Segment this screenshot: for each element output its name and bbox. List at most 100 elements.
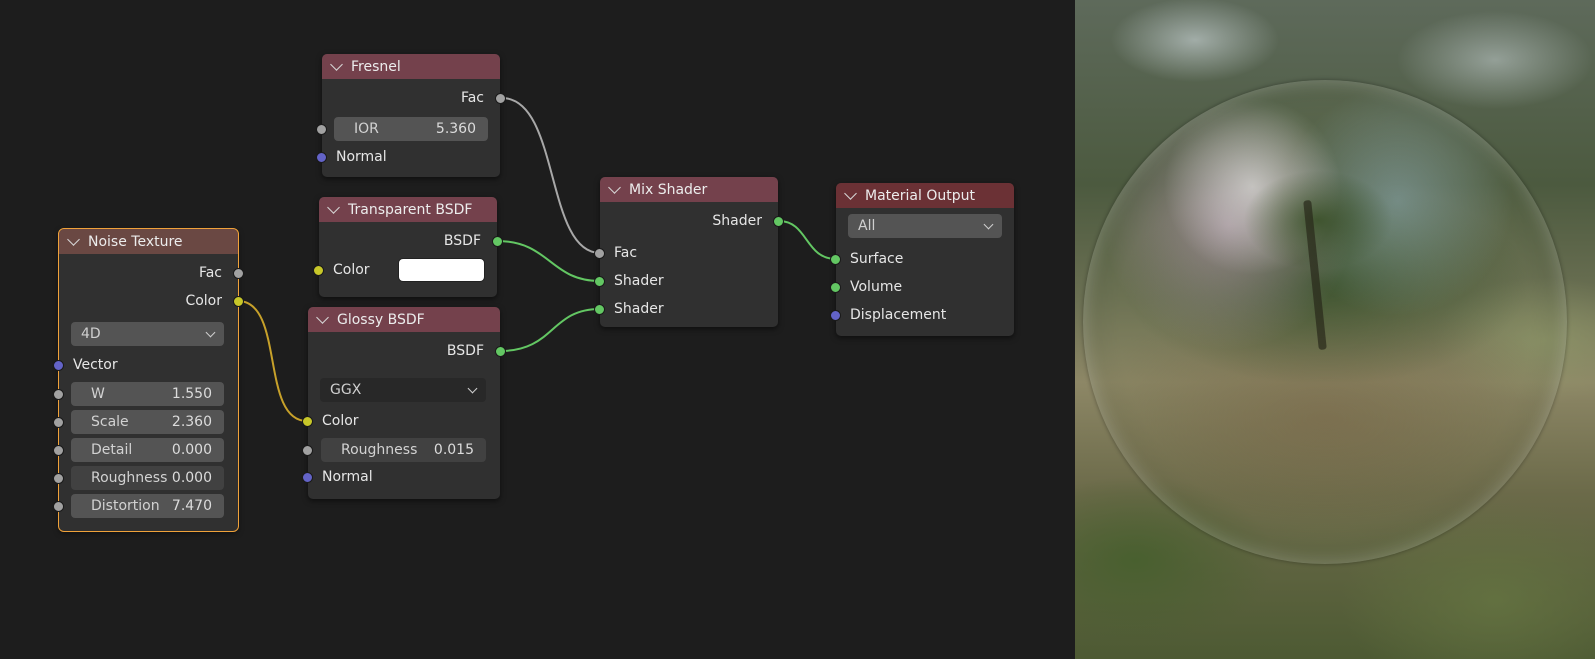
input-normal-label: Normal (322, 469, 373, 485)
detail-field[interactable]: Detail 0.000 (71, 438, 224, 462)
input-fac-label: Fac (614, 245, 638, 261)
scale-field[interactable]: Scale 2.360 (71, 410, 224, 434)
chevron-down-icon (467, 383, 478, 393)
dimensions-value: 4D (81, 326, 101, 342)
distribution-value: GGX (330, 382, 362, 398)
glossy-bsdf-node[interactable]: Glossy BSDF BSDF GGX Color Roughness 0.0… (302, 307, 506, 499)
input-volume-label: Volume (850, 279, 903, 295)
link-transparent-to-mix-shader1 (496, 240, 601, 282)
field-value: 2.360 (171, 414, 212, 430)
collapse-chevron-icon[interactable] (844, 186, 857, 200)
roughness-value: 0.015 (433, 442, 474, 458)
output-fac-label: Fac (198, 265, 222, 281)
input-displacement-label: Displacement (850, 307, 947, 323)
material-output-node[interactable]: Material Output All Surface Volume Displ… (830, 183, 1014, 336)
input-scale-socket[interactable] (53, 417, 64, 428)
transparent-bsdf-node[interactable]: Transparent BSDF BSDF Color (313, 197, 503, 297)
output-bsdf-socket[interactable] (492, 236, 503, 247)
field-label: W (91, 386, 105, 402)
input-vector-label: Vector (73, 357, 118, 373)
node-title: Mix Shader (629, 181, 708, 198)
field-value: 0.000 (171, 442, 212, 458)
input-surface-label: Surface (850, 251, 904, 267)
field-value: 0.000 (171, 470, 212, 486)
input-shader-1-label: Shader (614, 273, 664, 289)
input-distortion-socket[interactable] (53, 501, 64, 512)
link-glossy-to-mix-shader2 (499, 308, 601, 352)
collapse-chevron-icon[interactable] (330, 57, 343, 71)
output-fac-socket[interactable] (495, 93, 506, 104)
reflected-tree-crown (1243, 170, 1393, 270)
input-w-socket[interactable] (53, 389, 64, 400)
output-bsdf-label: BSDF (446, 343, 484, 359)
output-shader-socket[interactable] (773, 216, 784, 227)
noise-texture-node[interactable]: Noise Texture Fac Color 4D Vector W 1.55… (53, 228, 244, 532)
link-mix-to-output-surface (778, 220, 837, 260)
input-ior-socket[interactable] (316, 124, 327, 135)
link-noise-color-to-glossy-color (237, 300, 308, 422)
input-shader-2-socket[interactable] (594, 304, 605, 315)
node-title: Noise Texture (88, 233, 183, 250)
w-field[interactable]: W 1.550 (71, 382, 224, 406)
fresnel-header[interactable]: Fresnel (322, 54, 500, 79)
target-value: All (858, 218, 876, 234)
input-color-label: Color (322, 413, 359, 429)
input-displacement-socket[interactable] (830, 310, 841, 321)
output-fac-socket[interactable] (233, 268, 244, 279)
collapse-chevron-icon[interactable] (67, 232, 80, 246)
transparent-bsdf-header[interactable]: Transparent BSDF (319, 197, 497, 222)
field-label: Detail (91, 442, 133, 458)
collapse-chevron-icon[interactable] (327, 200, 340, 214)
node-title: Fresnel (351, 58, 401, 75)
collapse-chevron-icon[interactable] (608, 180, 621, 194)
render-preview[interactable] (1075, 0, 1595, 659)
roughness-label: Roughness (341, 442, 418, 458)
collapse-chevron-icon[interactable] (316, 310, 329, 324)
input-normal-socket[interactable] (316, 152, 327, 163)
node-title: Transparent BSDF (348, 201, 473, 218)
roughness-field[interactable]: Roughness 0.000 (71, 466, 224, 490)
input-fac-socket[interactable] (594, 248, 605, 259)
output-fac-label: Fac (460, 90, 484, 106)
dimensions-dropdown[interactable]: 4D (71, 322, 224, 346)
node-editor[interactable]: Fresnel Fac IOR 5.360 Normal Transparent… (0, 0, 1075, 659)
glossy-bsdf-header[interactable]: Glossy BSDF (308, 307, 500, 332)
field-value: 1.550 (171, 386, 212, 402)
input-color-socket[interactable] (313, 265, 324, 276)
ior-field[interactable]: IOR 5.360 (334, 117, 488, 141)
input-color-label: Color (333, 262, 370, 278)
fresnel-node[interactable]: Fresnel Fac IOR 5.360 Normal (316, 54, 506, 177)
material-output-header[interactable]: Material Output (836, 183, 1014, 208)
link-fresnel-fac-to-mix-fac (501, 97, 601, 254)
input-normal-label: Normal (336, 149, 387, 165)
input-color-socket[interactable] (302, 416, 313, 427)
input-vector-socket[interactable] (53, 360, 64, 371)
input-volume-socket[interactable] (830, 282, 841, 293)
field-value: 7.470 (171, 498, 212, 514)
noise-texture-header[interactable]: Noise Texture (59, 229, 238, 254)
output-bsdf-socket[interactable] (495, 346, 506, 357)
input-surface-socket[interactable] (830, 254, 841, 265)
roughness-field[interactable]: Roughness 0.015 (321, 438, 486, 462)
target-dropdown[interactable]: All (848, 214, 1002, 238)
input-roughness-socket[interactable] (53, 473, 64, 484)
output-color-label: Color (185, 293, 222, 309)
field-label: Scale (91, 414, 129, 430)
node-title: Glossy BSDF (337, 311, 425, 328)
output-color-socket[interactable] (233, 296, 244, 307)
output-bsdf-label: BSDF (443, 233, 481, 249)
distortion-field[interactable]: Distortion 7.470 (71, 494, 224, 518)
mix-shader-header[interactable]: Mix Shader (600, 177, 778, 202)
ior-label: IOR (354, 121, 379, 137)
input-detail-socket[interactable] (53, 445, 64, 456)
field-label: Roughness (91, 470, 168, 486)
input-roughness-socket[interactable] (302, 445, 313, 456)
input-shader-1-socket[interactable] (594, 276, 605, 287)
ior-value: 5.360 (435, 121, 476, 137)
color-swatch[interactable] (398, 258, 485, 282)
distribution-dropdown[interactable]: GGX (320, 378, 486, 402)
mix-shader-node[interactable]: Mix Shader Shader Fac Shader Shader (594, 177, 784, 327)
input-normal-socket[interactable] (302, 472, 313, 483)
chevron-down-icon (983, 219, 994, 229)
node-title: Material Output (865, 187, 975, 204)
